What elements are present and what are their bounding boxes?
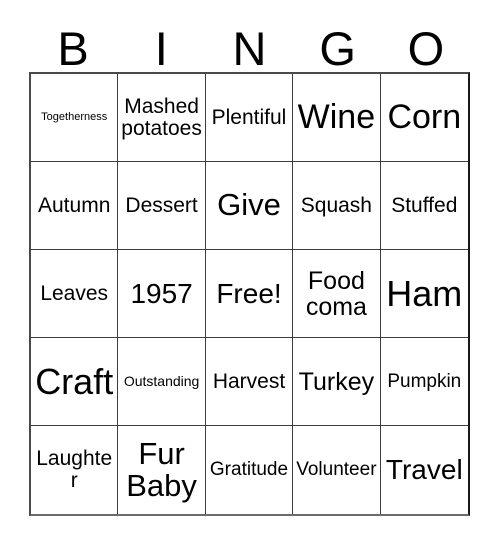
bingo-cell[interactable]: Stuffed [380,162,468,250]
bingo-cell[interactable]: Outstanding [118,338,206,426]
bingo-header: B I N G O [29,18,470,72]
bingo-cell[interactable]: Food coma [293,250,381,338]
bingo-cell-label: Stuffed [391,193,458,217]
bingo-cell[interactable]: Give [205,162,294,250]
bingo-cell-label: Pumpkin [387,370,462,392]
bingo-cell[interactable]: Mashed potatoes [118,74,206,162]
bingo-cell-label: Autumn [38,193,111,217]
bingo-cell-label: Free! [216,277,282,309]
header-letter-g: G [319,22,356,76]
bingo-cell-label: Volunteer [296,459,377,481]
bingo-cell-label: Outstanding [123,373,200,390]
bingo-cell-label: Harvest [212,369,286,393]
bingo-cell-label: Ham [386,272,463,314]
bingo-cell-label: Leaves [40,281,109,305]
header-letter-b: B [57,22,89,76]
bingo-cell[interactable]: Leaves [31,250,119,338]
bingo-cell[interactable]: Turkey [293,338,381,426]
bingo-cell[interactable]: Volunteer [293,426,381,514]
bingo-cell-label: 1957 [130,277,193,309]
bingo-cell-label: Gratitude [209,459,289,481]
bingo-cell-label: Turkey [298,367,375,396]
bingo-cell-label: Wine [297,97,376,136]
bingo-cell[interactable]: Ham [380,250,468,338]
bingo-grid: Togetherness Mashed potatoes Plentiful W… [29,72,470,516]
bingo-cell-label: Travel [385,454,463,486]
header-letter-o: O [407,22,445,76]
bingo-cell[interactable]: Harvest [205,338,294,426]
bingo-cell-label: Togetherness [41,110,108,123]
bingo-cell[interactable]: Craft [31,338,119,426]
bingo-cell[interactable]: Pumpkin [380,338,468,426]
bingo-cell-label: Dessert [125,193,198,217]
bingo-cell[interactable]: Plentiful [205,74,294,162]
bingo-cell[interactable]: Togetherness [31,74,119,162]
bingo-cell[interactable]: Travel [380,426,468,514]
bingo-cell[interactable]: Fur Baby [118,426,206,514]
bingo-cell[interactable]: Wine [293,74,381,162]
bingo-cell[interactable]: Corn [380,74,468,162]
bingo-cell[interactable]: Dessert [118,162,206,250]
bingo-cell[interactable]: Autumn [31,162,119,250]
bingo-cell-label: Corn [387,97,462,136]
header-letter-n: N [232,22,267,76]
bingo-cell-label: Laughter [36,447,113,492]
bingo-cell-label: Craft [35,360,114,402]
bingo-cell-label: Plentiful [211,105,287,129]
bingo-card: B I N G O Togetherness Mashed potatoes P… [0,0,500,544]
bingo-cell[interactable]: Squash [293,162,381,250]
header-letter-i: I [154,22,168,76]
bingo-cell-label: Fur Baby [126,435,197,503]
bingo-cell-label: Mashed potatoes [121,94,202,140]
bingo-cell-label: Give [217,187,281,223]
bingo-cell-label: Squash [300,193,372,217]
bingo-cell[interactable]: Laughter [31,426,119,514]
bingo-cell[interactable]: Gratitude [205,426,294,514]
bingo-cell[interactable]: 1957 [118,250,206,338]
bingo-cell-label: Food coma [305,266,367,321]
bingo-cell-free[interactable]: Free! [205,250,294,338]
